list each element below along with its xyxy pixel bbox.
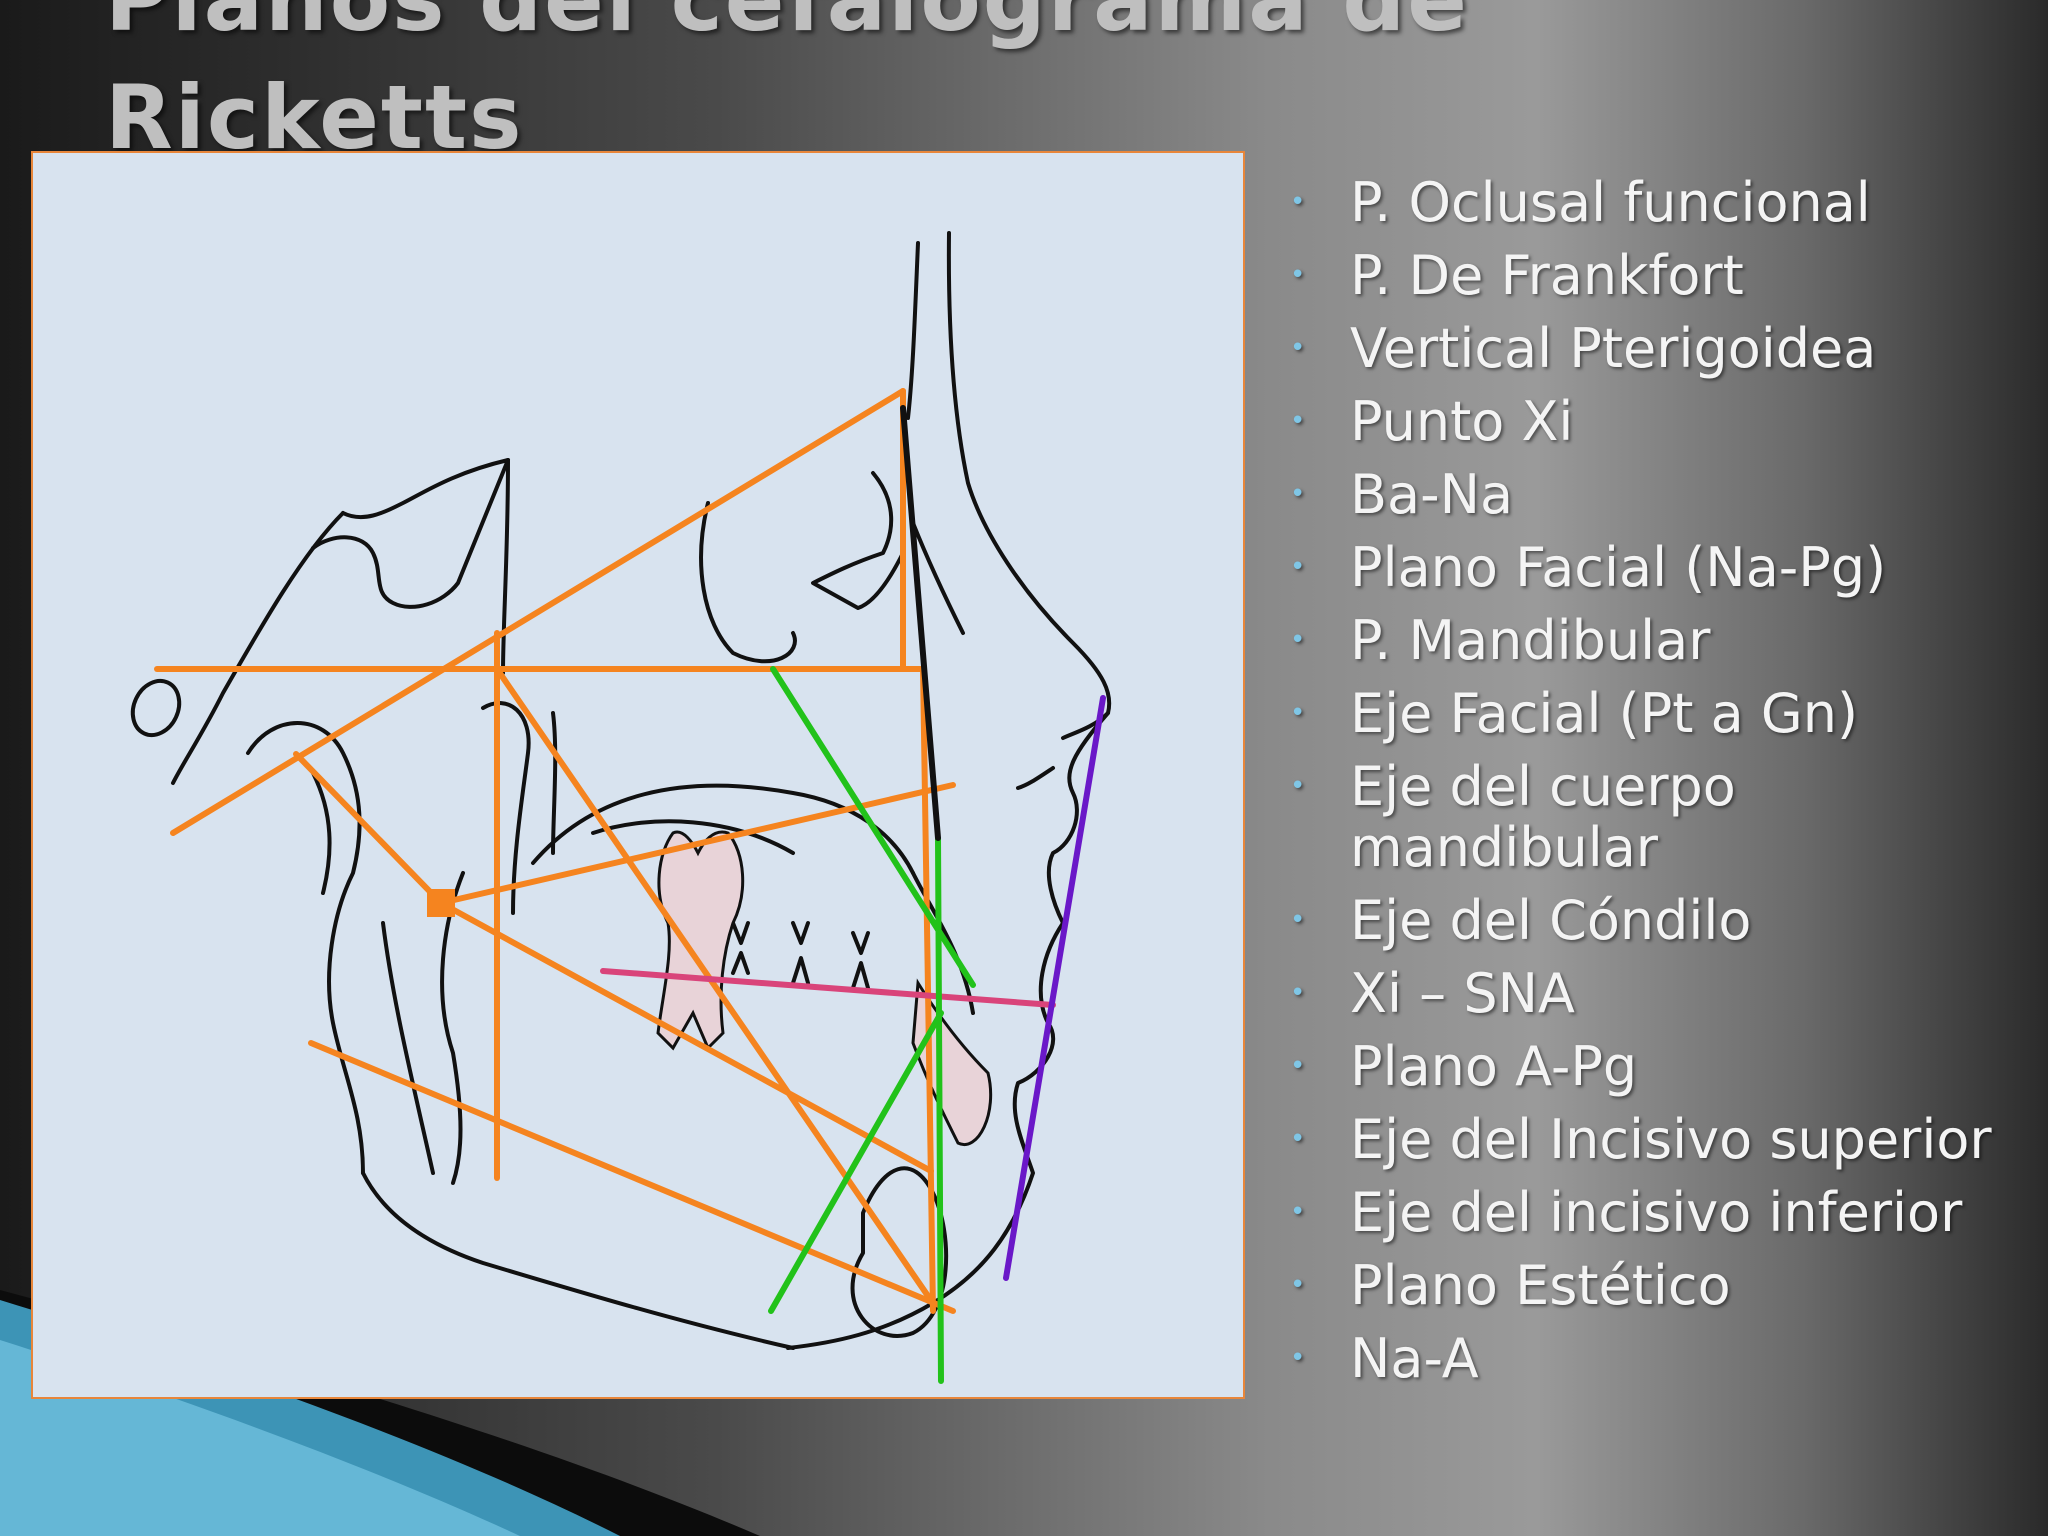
legend-item-label: Plano Estético: [1350, 1254, 1731, 1317]
legend-item-label: P. Mandibular: [1350, 609, 1711, 672]
legend-item: • Plano Facial (Na-Pg): [1280, 537, 2020, 598]
bullet-icon: •: [1290, 1051, 1306, 1081]
legend-item: • Ba-Na: [1280, 464, 2020, 525]
bullet-icon: •: [1290, 333, 1306, 363]
bullet-icon: •: [1290, 978, 1306, 1008]
legend-item-label: Vertical Pterigoidea: [1350, 317, 1877, 380]
legend-item: • Punto Xi: [1280, 391, 2020, 452]
legend-item-label: Plano A-Pg: [1350, 1035, 1638, 1098]
slide-title-line-1: Planos del cefalograma de: [105, 0, 1469, 51]
legend-item-label: P. De Frankfort: [1350, 244, 1744, 307]
legend-item: • Eje del Incisivo superior: [1280, 1109, 2020, 1170]
legend-item: • Eje Facial (Pt a Gn): [1280, 683, 2020, 744]
bullet-icon: •: [1290, 1343, 1306, 1373]
legend-item: • Eje del incisivo inferior: [1280, 1182, 2020, 1243]
legend-item: • Eje del Cóndilo: [1280, 890, 2020, 951]
bullet-icon: •: [1290, 1124, 1306, 1154]
bullet-icon: •: [1290, 698, 1306, 728]
legend-item-label: Eje del incisivo inferior: [1350, 1181, 1963, 1244]
bullet-icon: •: [1290, 406, 1306, 436]
bullet-icon: •: [1290, 1197, 1306, 1227]
legend-item-label: Ba-Na: [1350, 463, 1514, 526]
legend-item: • Vertical Pterigoidea: [1280, 318, 2020, 379]
legend-item-label: P. Oclusal funcional: [1350, 171, 1871, 234]
legend-item: • P. Oclusal funcional: [1280, 172, 2020, 233]
legend-item-label: Eje del cuerpo mandibular: [1350, 755, 1736, 879]
legend-item-label: Punto Xi: [1350, 390, 1574, 453]
bullet-icon: •: [1290, 479, 1306, 509]
legend-item: • P. De Frankfort: [1280, 245, 2020, 306]
legend-item-label: Na-A: [1350, 1327, 1479, 1390]
bullet-icon: •: [1290, 552, 1306, 582]
point-xi-marker: [427, 889, 455, 917]
bullet-icon: •: [1290, 625, 1306, 655]
cephalogram-figure: [31, 151, 1245, 1399]
legend-item-label: Eje del Incisivo superior: [1350, 1108, 1992, 1171]
ricketts-planes-legend: • P. Oclusal funcional • P. De Frankfort •…: [1280, 172, 2020, 1401]
bullet-icon: •: [1290, 905, 1306, 935]
bullet-icon: •: [1290, 260, 1306, 290]
legend-item: • Plano A-Pg: [1280, 1036, 2020, 1097]
legend-item: • Na-A: [1280, 1328, 2020, 1389]
legend-item: • P. Mandibular: [1280, 610, 2020, 671]
legend-item-label: Eje del Cóndilo: [1350, 889, 1752, 952]
legend-item-label: Xi – SNA: [1350, 962, 1575, 1025]
bullet-icon: •: [1290, 187, 1306, 217]
cephalogram-tracing: [130, 231, 1112, 1384]
legend-item-label: Plano Facial (Na-Pg): [1350, 536, 1887, 599]
legend-item-label: Eje Facial (Pt a Gn): [1350, 682, 1859, 745]
bullet-icon: •: [1290, 771, 1306, 801]
legend-item: • Eje del cuerpo mandibular: [1280, 756, 2020, 878]
legend-item: • Xi – SNA: [1280, 963, 2020, 1024]
skull-outline-tracing: [130, 231, 1112, 1350]
bullet-icon: •: [1290, 1270, 1306, 1300]
legend-item: • Plano Estético: [1280, 1255, 2020, 1316]
